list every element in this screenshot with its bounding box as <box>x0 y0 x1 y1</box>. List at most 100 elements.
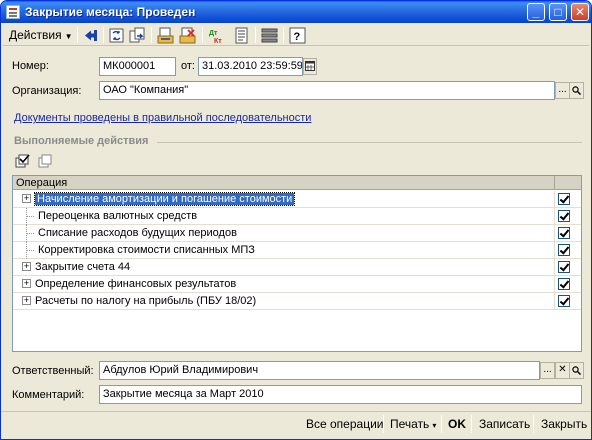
calendar-button[interactable] <box>303 58 317 75</box>
column-divider <box>554 176 555 190</box>
operation-label: Расчеты по налогу на прибыль (ПБУ 18/02) <box>35 295 257 307</box>
column-divider <box>554 259 555 276</box>
help-icon[interactable]: ? <box>289 27 306 44</box>
operation-checkbox[interactable] <box>558 244 570 256</box>
button-separator <box>441 415 442 433</box>
calendar-icon <box>305 61 315 71</box>
responsible-open-button[interactable] <box>569 362 584 379</box>
check-all-icon[interactable] <box>15 154 31 168</box>
date-label: от: <box>181 60 195 72</box>
print-label: Печать <box>390 417 430 431</box>
toolbar-separator <box>77 27 78 43</box>
operation-checkbox[interactable] <box>558 295 570 307</box>
actions-menu-label: Действия <box>9 28 62 42</box>
bottom-divider <box>1 411 591 412</box>
close-button[interactable]: Закрыть <box>541 417 587 431</box>
number-field[interactable]: МК000001 <box>99 57 176 76</box>
document-sequence-link[interactable]: Документы проведены в правильной последо… <box>14 112 311 124</box>
chevron-down-icon: ▾ <box>432 421 437 430</box>
organization-select-button[interactable]: ... <box>555 82 570 99</box>
button-separator <box>383 415 384 433</box>
section-divider <box>157 142 582 143</box>
toolbar-separator <box>202 27 203 43</box>
chevron-down-icon: ▼ <box>64 32 73 41</box>
table-row[interactable]: Корректировка стоимости списанных МПЗ <box>13 242 581 259</box>
operation-checkbox[interactable] <box>558 261 570 273</box>
print-button[interactable]: Печать ▾ <box>390 417 436 431</box>
operation-label: Определение финансовых результатов <box>35 278 237 290</box>
button-separator <box>471 415 472 433</box>
tree-connector <box>27 250 34 251</box>
table-row[interactable]: + Начисление амортизации и погашение стои… <box>13 191 581 208</box>
column-divider <box>554 208 555 225</box>
organization-field[interactable]: ОАО "Компания" <box>99 81 555 100</box>
minimize-button[interactable]: _ <box>527 3 545 21</box>
unpost-document-icon[interactable] <box>179 27 196 44</box>
magnifier-icon <box>572 86 582 96</box>
close-window-button[interactable]: ✕ <box>571 3 589 21</box>
column-divider <box>554 293 555 310</box>
kt-label: Кт <box>214 38 222 44</box>
maximize-button[interactable]: □ <box>549 3 567 21</box>
ok-button[interactable]: OK <box>448 417 466 431</box>
operation-checkbox[interactable] <box>558 193 570 205</box>
column-divider <box>554 225 555 242</box>
operation-label: Начисление амортизации и погашение стоим… <box>33 192 296 206</box>
toolbar: Действия ▼ Дт Кт ? <box>3 24 589 46</box>
expand-icon[interactable]: + <box>22 296 31 305</box>
organization-open-button[interactable] <box>569 82 584 99</box>
operations-table[interactable]: Операция + Начисление амортизации и погаш… <box>12 175 582 352</box>
table-row[interactable]: Переоценка валютных средств <box>13 208 581 225</box>
date-field[interactable]: 31.03.2010 23:59:59 <box>198 57 303 76</box>
document-window: Закрытие месяца: Проведен _ □ ✕ Действия… <box>0 0 592 440</box>
operation-checkbox[interactable] <box>558 278 570 290</box>
actions-menu-button[interactable]: Действия ▼ <box>9 28 73 42</box>
magnifier-icon <box>572 366 582 376</box>
save-button[interactable]: Записать <box>479 417 530 431</box>
all-operations-button[interactable]: Все операции <box>306 417 383 431</box>
column-divider <box>554 191 555 208</box>
table-row[interactable]: + Расчеты по налогу на прибыль (ПБУ 18/02… <box>13 293 581 310</box>
operation-label: Корректировка стоимости списанных МПЗ <box>38 244 255 256</box>
dt-kt-icon[interactable]: Дт Кт <box>208 27 225 44</box>
operation-checkbox[interactable] <box>558 210 570 222</box>
table-row[interactable]: + Закрытие счета 44 <box>13 259 581 276</box>
operation-column-header[interactable]: Операция <box>16 177 67 189</box>
help-symbol: ? <box>294 31 301 43</box>
comment-field[interactable]: Закрытие месяца за Март 2010 <box>99 385 582 404</box>
expand-icon[interactable]: + <box>22 262 31 271</box>
uncheck-all-icon[interactable] <box>38 154 54 168</box>
toolbar-separator <box>255 27 256 43</box>
window-title: Закрытие месяца: Проведен <box>25 5 196 19</box>
button-separator <box>533 415 534 433</box>
document-app-icon <box>6 5 20 19</box>
expand-icon[interactable]: + <box>22 279 31 288</box>
title-bar[interactable]: Закрытие месяца: Проведен _ □ ✕ <box>1 1 591 23</box>
responsible-clear-button[interactable]: ✕ <box>555 362 570 379</box>
responsible-select-button[interactable]: ... <box>540 362 555 379</box>
structure-icon[interactable] <box>261 27 278 44</box>
tree-connector <box>27 216 34 217</box>
replace-icon[interactable] <box>129 27 146 44</box>
column-divider <box>554 276 555 293</box>
table-header: Операция <box>13 176 581 190</box>
column-divider <box>554 242 555 259</box>
dt-label: Дт <box>209 30 218 37</box>
operation-checkbox[interactable] <box>558 227 570 239</box>
comment-label: Комментарий: <box>12 389 85 401</box>
responsible-field[interactable]: Абдулов Юрий Владимирович <box>99 361 540 380</box>
report-icon[interactable] <box>233 27 250 44</box>
post-document-icon[interactable] <box>157 27 174 44</box>
table-row[interactable]: Списание расходов будущих периодов <box>13 225 581 242</box>
tree-connector <box>27 233 34 234</box>
operation-label: Списание расходов будущих периодов <box>38 227 237 239</box>
back-arrow-icon[interactable] <box>83 27 100 44</box>
refresh-icon[interactable] <box>108 27 125 44</box>
number-label: Номер: <box>12 60 49 72</box>
operation-label: Переоценка валютных средств <box>38 210 198 222</box>
responsible-label: Ответственный: <box>12 365 94 377</box>
table-row[interactable]: + Определение финансовых результатов <box>13 276 581 293</box>
actions-section-title: Выполняемые действия <box>14 135 149 147</box>
expand-icon[interactable]: + <box>22 194 31 203</box>
toolbar-separator <box>151 27 152 43</box>
